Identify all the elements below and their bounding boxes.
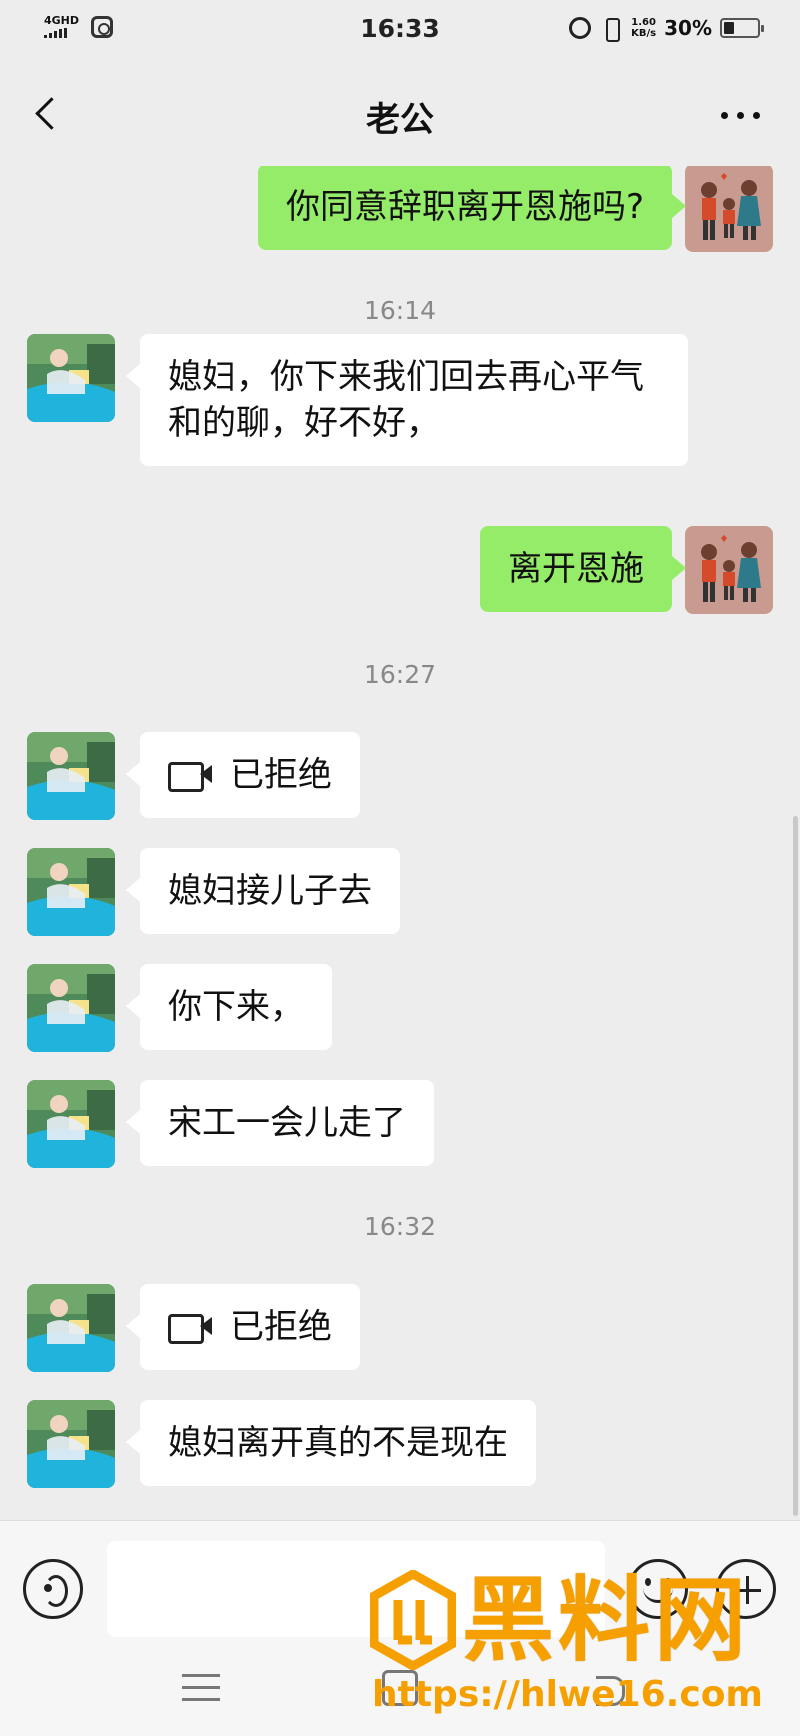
system-nav-bar <box>0 1640 800 1736</box>
video-call-bubble[interactable]: 已拒绝 <box>126 1284 360 1370</box>
vibrate-icon <box>599 17 623 42</box>
message-text: 已拒绝 <box>230 1307 332 1347</box>
nav-home-icon[interactable] <box>382 1670 418 1706</box>
net-speed-unit: KB/s <box>631 28 657 39</box>
contact-avatar[interactable] <box>27 1080 115 1168</box>
chat-title: 老公 <box>366 100 434 140</box>
more-dots-icon[interactable] <box>721 100 760 131</box>
video-camera-icon <box>168 760 212 792</box>
incoming-message-row: 媳妇，你下来我们回去再心平气和的聊，好不好， <box>0 334 800 466</box>
message-text: 已拒绝 <box>230 755 332 795</box>
message-text: 宋工一会儿走了 <box>168 1103 406 1143</box>
contact-avatar[interactable] <box>27 964 115 1052</box>
message-bubble[interactable]: 离开恩施 <box>480 526 686 612</box>
battery-icon <box>720 18 764 38</box>
my-avatar[interactable] <box>685 526 773 614</box>
message-bubble[interactable]: 媳妇离开真的不是现在 <box>126 1400 536 1486</box>
my-avatar[interactable] <box>685 166 773 252</box>
plus-icon[interactable] <box>716 1559 776 1619</box>
video-call-bubble[interactable]: 已拒绝 <box>126 732 360 818</box>
incoming-message-row: 媳妇接儿子去 <box>0 848 800 936</box>
message-text: 媳妇接儿子去 <box>168 871 372 911</box>
message-bubble[interactable]: 你下来， <box>126 964 332 1050</box>
message-input[interactable] <box>107 1541 605 1637</box>
contact-avatar[interactable] <box>27 1284 115 1372</box>
voice-icon[interactable] <box>23 1559 83 1619</box>
battery-fill <box>724 22 734 34</box>
alarm-icon <box>569 17 592 39</box>
message-bubble[interactable]: 媳妇，你下来我们回去再心平气和的聊，好不好， <box>126 334 688 466</box>
message-bubble[interactable]: 媳妇接儿子去 <box>126 848 400 934</box>
incoming-message-row: 已拒绝 <box>0 732 800 820</box>
message-text: 媳妇，你下来我们回去再心平气和的聊，好不好， <box>168 357 644 443</box>
outgoing-message-row: 离开恩施 <box>0 526 800 614</box>
message-text: 你下来， <box>168 987 304 1027</box>
battery-percent: 30% <box>664 16 712 40</box>
chat-message-list[interactable]: 你同意辞职离开恩施吗? 16:14 媳妇，你下来我们回去再心平气和的聊，好不好， 离开… <box>0 166 800 1520</box>
outgoing-message-row: 你同意辞职离开恩施吗? <box>0 166 800 252</box>
emoji-icon[interactable] <box>628 1559 688 1619</box>
incoming-message-row: 你下来， <box>0 964 800 1052</box>
incoming-message-row: 已拒绝 <box>0 1284 800 1372</box>
nav-back-icon[interactable] <box>590 1674 626 1706</box>
message-timestamp: 16:32 <box>363 1212 437 1241</box>
contact-avatar[interactable] <box>27 848 115 936</box>
incoming-message-row: 媳妇离开真的不是现在 <box>0 1400 800 1488</box>
contact-avatar[interactable] <box>27 732 115 820</box>
incoming-message-row: 宋工一会儿走了 <box>0 1080 800 1168</box>
status-right: 1.60 KB/s 30% <box>569 16 764 42</box>
contact-avatar[interactable] <box>27 334 115 422</box>
nav-menu-icon[interactable] <box>182 1674 220 1702</box>
message-timestamp: 16:14 <box>363 296 437 325</box>
message-text: 你同意辞职离开恩施吗? <box>285 187 644 227</box>
message-bubble[interactable]: 宋工一会儿走了 <box>126 1080 434 1166</box>
net-speed-value: 1.60 <box>631 17 656 28</box>
contact-avatar[interactable] <box>27 1400 115 1488</box>
message-bubble[interactable]: 你同意辞职离开恩施吗? <box>257 166 687 250</box>
message-text: 媳妇离开真的不是现在 <box>168 1423 508 1463</box>
message-text: 离开恩施 <box>508 549 644 589</box>
video-camera-icon <box>168 1312 212 1344</box>
net-speed: 1.60 KB/s <box>631 17 656 39</box>
message-timestamp: 16:27 <box>363 660 437 689</box>
status-bar: 4GHD 16:33 1.60 KB/s 30% <box>0 0 800 62</box>
chat-header: 老公 <box>0 62 800 166</box>
